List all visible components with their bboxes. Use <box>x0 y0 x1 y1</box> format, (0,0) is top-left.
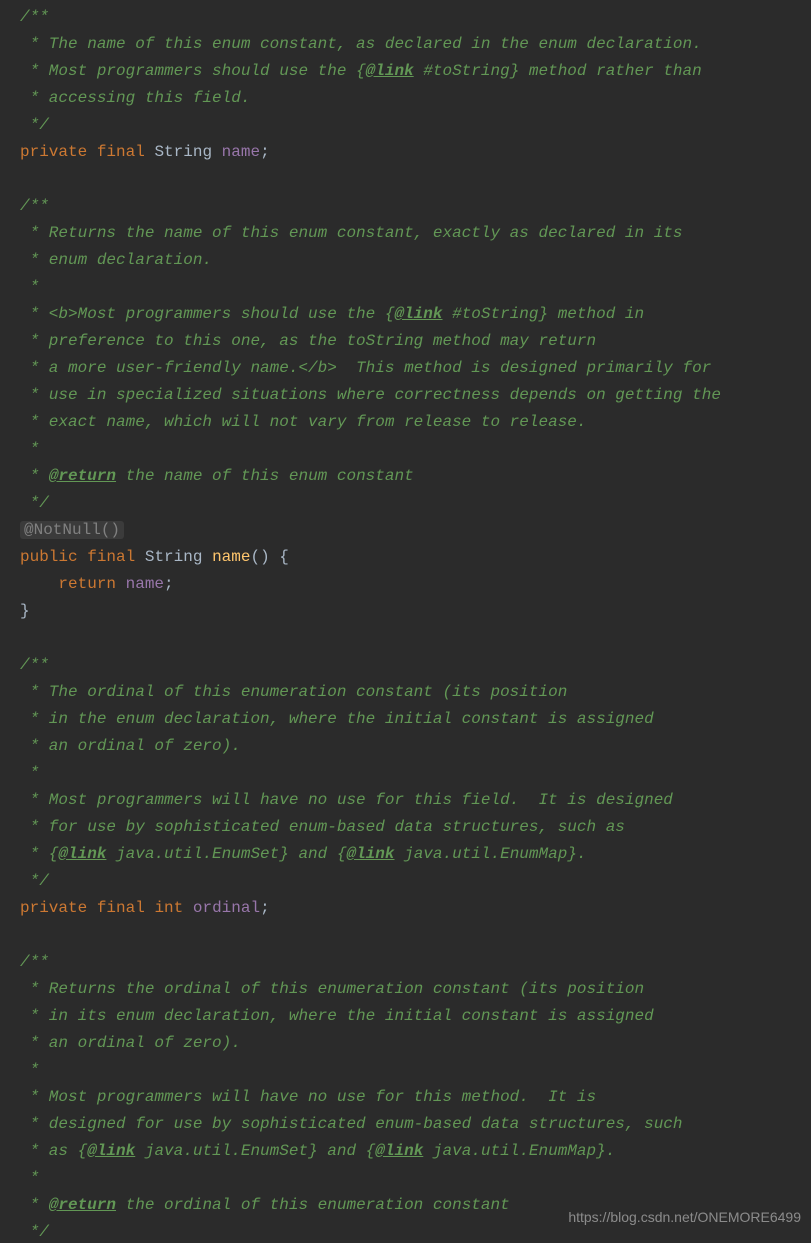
javadoc-line: * <box>20 440 39 458</box>
keyword-return: return <box>58 575 116 593</box>
javadoc-line: */ <box>20 1223 49 1241</box>
javadoc-line: * The name of this enum constant, as dec… <box>20 35 702 53</box>
javadoc-line: * <b>Most programmers should use the { <box>20 305 394 323</box>
javadoc-link-tag: @link <box>346 845 394 863</box>
javadoc-line: * in the enum declaration, where the ini… <box>20 710 654 728</box>
type-string: String <box>145 548 203 566</box>
javadoc-line: * Most programmers will have no use for … <box>20 791 673 809</box>
javadoc-line: /** <box>20 8 49 26</box>
javadoc-line: * designed for use by sophisticated enum… <box>20 1115 683 1133</box>
javadoc-line: java.util.EnumSet} and { <box>106 845 346 863</box>
space <box>145 143 155 161</box>
javadoc-line: * Most programmers should use the { <box>20 62 366 80</box>
javadoc-link-tag: @link <box>58 845 106 863</box>
javadoc-line: * <box>20 1169 39 1187</box>
space <box>135 548 145 566</box>
javadoc-line: * exact name, which will not vary from r… <box>20 413 587 431</box>
javadoc-line: * a more user-friendly name.</b> This me… <box>20 359 711 377</box>
javadoc-line: * <box>20 467 49 485</box>
javadoc-line: */ <box>20 494 49 512</box>
javadoc-line: * <box>20 764 39 782</box>
javadoc-line: */ <box>20 116 49 134</box>
javadoc-link-tag: @link <box>375 1142 423 1160</box>
space <box>87 143 97 161</box>
brace-open: { <box>279 548 289 566</box>
javadoc-link-tag: @link <box>366 62 414 80</box>
javadoc-line: * The ordinal of this enumeration consta… <box>20 683 567 701</box>
semicolon: ; <box>164 575 174 593</box>
annotation-hint-notnull: @NotNull() <box>20 521 124 539</box>
field-ref-name: name <box>126 575 164 593</box>
javadoc-line: * Most programmers will have no use for … <box>20 1088 596 1106</box>
javadoc-line: * for use by sophisticated enum-based da… <box>20 818 625 836</box>
javadoc-line: java.util.EnumMap}. <box>394 845 586 863</box>
javadoc-line: */ <box>20 872 49 890</box>
space <box>202 548 212 566</box>
space <box>145 899 155 917</box>
space <box>87 899 97 917</box>
javadoc-line: * accessing this field. <box>20 89 250 107</box>
javadoc-line: * preference to this one, as the toStrin… <box>20 332 596 350</box>
field-name: name <box>222 143 260 161</box>
semicolon: ; <box>260 143 270 161</box>
field-ordinal: ordinal <box>193 899 260 917</box>
javadoc-link-tag: @link <box>394 305 442 323</box>
space <box>212 143 222 161</box>
javadoc-line: * Returns the name of this enum constant… <box>20 224 683 242</box>
keyword-final: final <box>97 899 145 917</box>
javadoc-return-tag: @return <box>49 467 116 485</box>
javadoc-line: * <box>20 1061 39 1079</box>
space <box>270 548 280 566</box>
semicolon: ; <box>260 899 270 917</box>
javadoc-line: * enum declaration. <box>20 251 212 269</box>
javadoc-line: #toString} method rather than <box>414 62 702 80</box>
space <box>183 899 193 917</box>
javadoc-link-tag: @link <box>87 1142 135 1160</box>
javadoc-line: java.util.EnumMap}. <box>423 1142 615 1160</box>
javadoc-return-tag: @return <box>49 1196 116 1214</box>
javadoc-line: * Returns the ordinal of this enumeratio… <box>20 980 644 998</box>
keyword-private: private <box>20 899 87 917</box>
javadoc-line: java.util.EnumSet} and { <box>135 1142 375 1160</box>
type-string: String <box>154 143 212 161</box>
javadoc-line: * an ordinal of zero). <box>20 737 241 755</box>
keyword-final: final <box>87 548 135 566</box>
javadoc-line: * <box>20 1196 49 1214</box>
keyword-final: final <box>97 143 145 161</box>
javadoc-line: * use in specialized situations where co… <box>20 386 721 404</box>
javadoc-line: /** <box>20 197 49 215</box>
indent <box>20 575 58 593</box>
javadoc-line: /** <box>20 656 49 674</box>
type-int: int <box>154 899 183 917</box>
javadoc-line: * in its enum declaration, where the ini… <box>20 1007 654 1025</box>
space <box>78 548 88 566</box>
keyword-public: public <box>20 548 78 566</box>
javadoc-line: the name of this enum constant <box>116 467 414 485</box>
watermark-text: https://blog.csdn.net/ONEMORE6499 <box>568 1204 801 1231</box>
method-name: name <box>212 548 250 566</box>
javadoc-line: * as { <box>20 1142 87 1160</box>
javadoc-line: * { <box>20 845 58 863</box>
parens: () <box>250 548 269 566</box>
javadoc-line: #toString} method in <box>442 305 644 323</box>
keyword-private: private <box>20 143 87 161</box>
space <box>116 575 126 593</box>
code-block: /** * The name of this enum constant, as… <box>0 0 811 1243</box>
javadoc-line: the ordinal of this enumeration constant <box>116 1196 510 1214</box>
brace-close: } <box>20 602 30 620</box>
javadoc-line: * an ordinal of zero). <box>20 1034 241 1052</box>
javadoc-line: * <box>20 278 39 296</box>
javadoc-line: /** <box>20 953 49 971</box>
